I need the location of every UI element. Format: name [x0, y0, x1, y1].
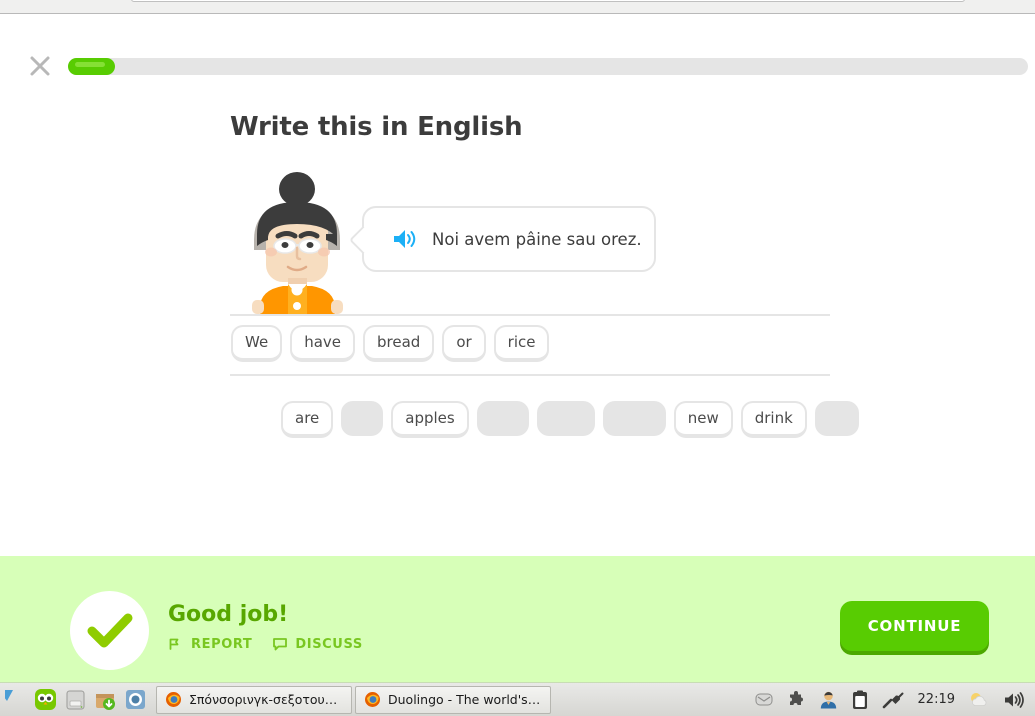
character-illustration — [238, 172, 358, 314]
speaker-icon[interactable] — [392, 227, 418, 251]
word-bank-row: are apples new drink — [281, 401, 859, 438]
system-tray: 22:19 — [755, 690, 1035, 710]
taskbar-launchers — [0, 685, 150, 715]
answer-area-top-divider — [230, 314, 830, 316]
taskbar: Σπόνσορινγκ-σεξοτουρ… Duolingo - The worl… — [0, 682, 1035, 716]
feedback-bar: Good job! REPORT DISCUSS CONTINUE — [0, 556, 1035, 696]
chromium-icon[interactable] — [120, 685, 150, 715]
weather-icon[interactable] — [969, 691, 989, 709]
feedback-actions: REPORT DISCUSS — [168, 636, 363, 652]
duolingo-lesson-page: Write this in English Noi avem pâine sau… — [0, 14, 1035, 696]
answer-area-bottom-divider — [230, 374, 830, 376]
clock[interactable]: 22:19 — [918, 692, 955, 707]
word-bank-tile-used — [536, 401, 595, 436]
speech-bubble-icon — [273, 638, 288, 651]
answer-tile[interactable]: bread — [363, 325, 435, 362]
close-icon — [30, 56, 50, 76]
drive-icon[interactable] — [60, 685, 90, 715]
discuss-button[interactable]: DISCUSS — [272, 636, 362, 652]
page-title: Write this in English — [230, 112, 523, 142]
report-label: REPORT — [191, 636, 253, 652]
puzzle-icon[interactable] — [787, 690, 805, 709]
taskbar-window-label: Σπόνσορινγκ-σεξοτουρ… — [189, 692, 343, 707]
answer-tile[interactable]: We — [231, 325, 283, 362]
word-bank-tile-used — [814, 401, 859, 436]
mail-icon[interactable] — [755, 692, 773, 707]
partial-app-icon[interactable] — [0, 685, 30, 715]
volume-icon[interactable] — [1003, 691, 1025, 709]
plug-icon[interactable] — [882, 691, 904, 709]
word-bank-tile[interactable]: new — [673, 401, 733, 438]
answer-row: We have bread or rice — [231, 325, 550, 362]
word-bank-tile[interactable]: apples — [391, 401, 469, 438]
taskbar-window[interactable]: Σπόνσορινγκ-σεξοτουρ… — [156, 685, 352, 714]
lesson-progress-fill — [68, 58, 115, 75]
taskbar-window[interactable]: Duolingo - The world's … — [355, 685, 551, 714]
check-icon — [87, 613, 132, 647]
prompt-sentence: Noi avem pâine sau orez. — [432, 229, 642, 249]
correct-answer-badge — [70, 591, 149, 670]
answer-tile[interactable]: rice — [493, 325, 550, 362]
answer-tile[interactable]: or — [442, 325, 486, 362]
software-updater-icon[interactable] — [90, 685, 120, 715]
duolingo-icon[interactable] — [30, 685, 60, 715]
word-bank-tile-used — [476, 401, 529, 436]
word-bank-tile[interactable]: are — [281, 401, 334, 438]
screen: Write this in English Noi avem pâine sau… — [0, 0, 1035, 716]
report-button[interactable]: REPORT — [168, 636, 252, 652]
firefox-icon — [365, 692, 380, 707]
word-bank-tile[interactable]: drink — [740, 401, 807, 438]
clipboard-icon[interactable] — [852, 690, 868, 710]
word-bank-tile-used — [602, 401, 666, 436]
taskbar-windows: Σπόνσορινγκ-σεξοτουρ… Duolingo - The worl… — [156, 685, 551, 714]
taskbar-window-label: Duolingo - The world's … — [388, 692, 542, 707]
url-bar[interactable] — [131, 0, 965, 2]
lesson-progress-bar — [68, 58, 1028, 75]
flag-icon — [169, 638, 179, 650]
firefox-icon — [166, 692, 181, 707]
continue-button[interactable]: CONTINUE — [840, 601, 989, 651]
duolingo-character-eddy-icon — [252, 172, 343, 314]
word-bank-tile-used — [341, 401, 384, 436]
close-lesson-button[interactable] — [26, 52, 54, 80]
browser-chrome-strip — [0, 0, 1035, 14]
user-avatar-icon[interactable] — [819, 690, 838, 709]
progress-shine — [75, 61, 105, 67]
discuss-label: DISCUSS — [295, 636, 363, 652]
feedback-title: Good job! — [168, 602, 289, 627]
answer-tile[interactable]: have — [290, 325, 355, 362]
prompt-speech-bubble[interactable]: Noi avem pâine sau orez. — [348, 206, 656, 272]
